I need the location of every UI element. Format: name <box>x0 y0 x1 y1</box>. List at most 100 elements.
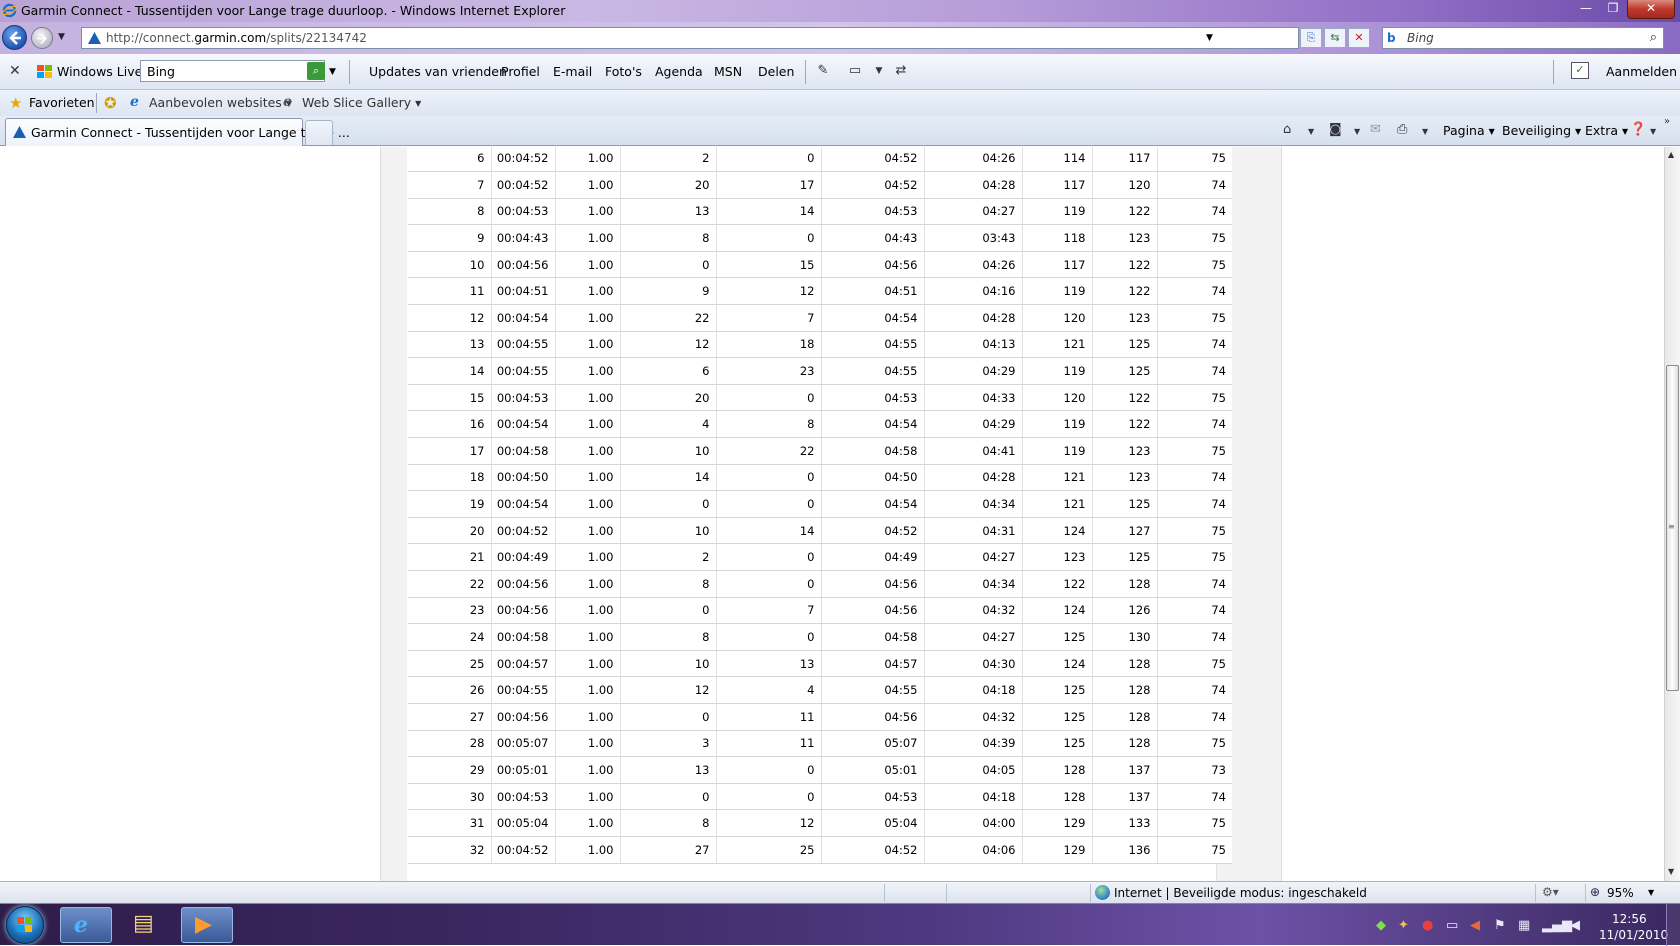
search-box[interactable]: b Bing ⌕ <box>1382 27 1664 49</box>
link-email[interactable]: E-mail <box>553 64 592 79</box>
cell-avg-pace: 04:50 <box>821 464 925 492</box>
stop-button[interactable]: ✕ <box>1348 28 1370 48</box>
vertical-scrollbar[interactable]: ▲ ≡ ▼ <box>1664 147 1680 881</box>
help-icon[interactable]: ❓ <box>1630 122 1646 137</box>
link-profile[interactable]: Profiel <box>501 64 540 79</box>
zoom-level[interactable]: 95% <box>1607 886 1634 900</box>
cell-distance: 1.00 <box>555 623 621 651</box>
cell-time: 00:04:52 <box>491 517 556 545</box>
zoom-dropdown-icon[interactable]: ▼ <box>1648 888 1654 897</box>
cell-cadence: 74 <box>1157 410 1232 439</box>
tray-monitor-icon[interactable]: ▭ <box>1446 918 1458 933</box>
table-row: 15 00:04:53 1.00 20 0 04:53 04:33 120 122 75 <box>408 384 1232 412</box>
favorites-button[interactable]: Favorieten <box>29 95 95 110</box>
cell-split: 26 <box>408 676 492 704</box>
cell-max-hr: 117 <box>1092 147 1158 173</box>
cell-avg-pace: 04:52 <box>821 171 925 199</box>
home-dropdown-icon[interactable]: ▼ <box>1308 127 1314 136</box>
cell-best-pace: 04:31 <box>924 517 1023 545</box>
extra-menu[interactable]: Extra ▼ <box>1585 123 1628 138</box>
tray-speaker-icon[interactable]: ◀ <box>1570 918 1580 933</box>
scroll-down-icon[interactable]: ▼ <box>1668 867 1674 876</box>
tab-label: Garmin Connect - Tussentijden voor Lange… <box>31 125 350 140</box>
taskbar-file-explorer[interactable]: ▤ <box>120 907 172 943</box>
mail-icon[interactable]: ✉ <box>1370 122 1381 137</box>
fav-web-slice-gallery[interactable]: Web Slice Gallery ▼ <box>302 95 421 110</box>
scroll-up-icon[interactable]: ▲ <box>1668 150 1674 159</box>
maximize-button[interactable]: ❐ <box>1600 0 1626 19</box>
cell-avg-hr: 121 <box>1022 464 1093 492</box>
tray-volume-muted-icon[interactable]: ◀ <box>1470 918 1480 933</box>
cell-distance: 1.00 <box>555 650 621 678</box>
start-button[interactable] <box>6 906 44 944</box>
live-search-go-icon[interactable]: ⌕ <box>307 62 325 80</box>
favorites-star-icon[interactable]: ★ <box>9 94 22 112</box>
tray-app-icon[interactable]: ✦ <box>1398 918 1409 933</box>
clock-time[interactable]: 12:56 <box>1612 912 1647 926</box>
link-photos[interactable]: Foto's <box>605 64 642 79</box>
cell-split: 29 <box>408 756 492 784</box>
cell-avg-hr: 125 <box>1022 730 1093 758</box>
toolbar-overflow-icon[interactable]: » <box>1664 116 1670 127</box>
tray-flag-icon[interactable]: ⚑ <box>1494 918 1506 933</box>
new-tab-button[interactable] <box>305 120 333 145</box>
tray-network-icon[interactable]: ▂▄▆ <box>1542 918 1572 933</box>
cell-elev-gain: 8 <box>620 224 717 252</box>
security-menu[interactable]: Beveiliging ▼ <box>1502 123 1581 138</box>
fav-suggested-sites[interactable]: Aanbevolen websites ▼ <box>149 95 292 110</box>
link-share[interactable]: Delen <box>758 64 794 79</box>
cell-distance: 1.00 <box>555 384 621 412</box>
messenger-icon[interactable]: ✎ <box>814 63 832 79</box>
tab-garmin-connect[interactable]: Garmin Connect - Tussentijden voor Lange… <box>5 118 350 146</box>
link-updates[interactable]: Updates van vrienden <box>369 64 507 79</box>
security-zone-text[interactable]: Internet | Beveiligde modus: ingeschakel… <box>1114 886 1367 900</box>
feeds-dropdown-icon[interactable]: ▼ <box>1354 127 1360 136</box>
close-toolbar-icon[interactable]: ✕ <box>9 63 21 79</box>
recent-pages-dropdown-icon[interactable]: ▼ <box>58 32 65 42</box>
show-desktop-button[interactable] <box>1666 904 1680 946</box>
translate-icon[interactable]: ⇄ <box>892 63 910 79</box>
back-button[interactable] <box>2 25 27 50</box>
highlight-icon[interactable]: ▭ <box>846 63 864 79</box>
cell-avg-hr: 119 <box>1022 410 1093 439</box>
forward-button[interactable] <box>31 27 53 49</box>
close-window-button[interactable]: ✕ <box>1627 0 1675 19</box>
tray-antivirus-icon[interactable]: ● <box>1422 918 1433 933</box>
live-search-input[interactable]: Bing ⌕ <box>140 60 325 82</box>
link-calendar[interactable]: Agenda <box>655 64 703 79</box>
address-dropdown-icon[interactable]: ▼ <box>1206 33 1213 43</box>
address-bar[interactable]: http://connect.garmin.com/splits/2213474… <box>81 27 1299 49</box>
compatibility-view-button[interactable]: ⎘ <box>1300 28 1322 48</box>
link-msn[interactable]: MSN <box>714 64 742 79</box>
signin-link[interactable]: Aanmelden <box>1606 64 1677 79</box>
home-icon[interactable]: ⌂ <box>1283 122 1291 137</box>
protected-mode-icon[interactable]: ⚙▾ <box>1542 885 1559 899</box>
minimize-button[interactable]: — <box>1573 0 1599 19</box>
highlight-dropdown-icon[interactable]: ▼ <box>870 66 888 82</box>
cell-split: 30 <box>408 783 492 811</box>
tray-nvidia-icon[interactable]: ◆ <box>1376 918 1386 933</box>
feeds-icon[interactable]: ◙ <box>1329 122 1342 137</box>
title-bar: Garmin Connect - Tussentijden voor Lange… <box>0 0 1680 22</box>
print-dropdown-icon[interactable]: ▼ <box>1422 127 1428 136</box>
zoom-icon[interactable]: ⊕ <box>1590 885 1600 899</box>
help-dropdown-icon[interactable]: ▼ <box>1650 127 1656 136</box>
taskbar-media-player[interactable]: ▶ <box>181 907 233 943</box>
cell-max-hr: 125 <box>1092 490 1158 518</box>
cell-elev-gain: 0 <box>620 490 717 518</box>
taskbar-internet-explorer[interactable]: e <box>60 907 112 943</box>
refresh-button[interactable]: ⇆ <box>1324 28 1346 48</box>
cell-cadence: 75 <box>1157 384 1232 412</box>
print-icon[interactable]: ⎙ <box>1397 122 1407 137</box>
signin-icon[interactable]: ✓ <box>1571 62 1589 79</box>
cell-cadence: 74 <box>1157 703 1232 731</box>
tray-usb-icon[interactable]: ▦ <box>1518 918 1530 933</box>
search-icon[interactable]: ⌕ <box>1650 30 1657 45</box>
windows-live-brand[interactable]: Windows Live <box>57 64 142 79</box>
cell-distance: 1.00 <box>555 331 621 359</box>
page-menu[interactable]: Pagina ▼ <box>1443 123 1495 138</box>
cell-cadence: 75 <box>1157 304 1232 332</box>
live-search-dropdown-icon[interactable]: ▼ <box>329 67 336 77</box>
clock-date[interactable]: 11/01/2010 <box>1599 928 1668 942</box>
add-to-favorites-icon[interactable]: ✪ <box>104 94 117 112</box>
